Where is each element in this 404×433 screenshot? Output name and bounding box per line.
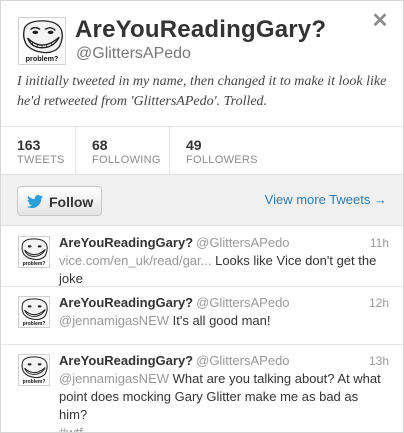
tweet-mention[interactable]: @jennamigasNEW — [59, 371, 169, 386]
stat-following[interactable]: 68 FOLLOWING — [75, 127, 169, 174]
twitter-bird-icon — [27, 195, 43, 208]
action-bar: Follow View more Tweets → — [1, 174, 403, 226]
tweet-hashtag[interactable]: #wtf — [59, 425, 83, 432]
avatar-caption: problem? — [23, 379, 46, 385]
tweet-item[interactable]: problem? AreYouReadingGary? @GlittersAPed… — [1, 227, 403, 287]
tweet-header: AreYouReadingGary? @GlittersAPedo — [59, 235, 290, 250]
stat-tweets-label: TWEETS — [17, 154, 65, 166]
tweet-avatar[interactable]: problem? — [18, 354, 50, 386]
tweet-header: AreYouReadingGary? @GlittersAPedo — [59, 353, 290, 368]
troll-face-icon: problem? — [19, 355, 49, 385]
tweet-header: AreYouReadingGary? @GlittersAPedo — [59, 295, 290, 310]
stat-followers[interactable]: 49 FOLLOWERS — [169, 127, 279, 174]
tweet-author-handle[interactable]: @GlittersAPedo — [196, 295, 289, 310]
tweet-text: @jennamigasNEW It's all good man! — [59, 312, 389, 330]
troll-face-icon: problem? — [19, 237, 49, 267]
stat-tweets[interactable]: 163 TWEETS — [1, 127, 75, 174]
close-icon[interactable]: ✕ — [371, 11, 389, 31]
profile-popup-card: problem? AreYouReadingGary? @GlittersAPe… — [0, 0, 404, 433]
tweet-author-name[interactable]: AreYouReadingGary? — [59, 295, 193, 310]
profile-stats: 163 TWEETS 68 FOLLOWING 49 FOLLOWERS — [1, 126, 403, 174]
follow-button-label: Follow — [49, 194, 94, 210]
tweet-item[interactable]: problem? AreYouReadingGary? @GlittersAPed… — [1, 287, 403, 345]
tweet-author-handle[interactable]: @GlittersAPedo — [196, 353, 289, 368]
tweet-timestamp[interactable]: 13h — [369, 354, 389, 368]
tweet-timestamp[interactable]: 12h — [369, 296, 389, 310]
tweet-mention[interactable]: @jennamigasNEW — [59, 313, 169, 328]
profile-handle: @GlittersAPedo — [76, 45, 191, 62]
avatar-caption: problem? — [23, 321, 46, 327]
tweet-avatar[interactable]: problem? — [18, 236, 50, 268]
tweet-text: @jennamigasNEW What are you talking abou… — [59, 370, 389, 432]
avatar-caption: problem? — [23, 261, 46, 267]
tweet-timestamp[interactable]: 11h — [370, 236, 389, 250]
follow-button[interactable]: Follow — [17, 186, 102, 216]
tweet-author-handle[interactable]: @GlittersAPedo — [196, 235, 289, 250]
stat-followers-label: FOLLOWERS — [186, 154, 258, 166]
tweet-author-name[interactable]: AreYouReadingGary? — [59, 235, 193, 250]
tweet-item[interactable]: problem? AreYouReadingGary? @GlittersAPed… — [1, 345, 403, 432]
stat-following-label: FOLLOWING — [92, 154, 161, 166]
troll-face-icon: problem? — [19, 18, 65, 64]
stat-tweets-count: 163 — [17, 137, 41, 153]
stat-followers-count: 49 — [186, 137, 202, 153]
tweet-avatar[interactable]: problem? — [18, 296, 50, 328]
tweet-text: vice.com/en_uk/read/gar... Looks like Vi… — [59, 252, 389, 288]
profile-avatar[interactable]: problem? — [18, 17, 66, 65]
profile-bio: I initially tweeted in my name, then cha… — [17, 74, 387, 109]
troll-face-icon: problem? — [19, 297, 49, 327]
view-more-tweets-link[interactable]: View more Tweets → — [265, 192, 387, 207]
profile-header: problem? AreYouReadingGary? @GlittersAPe… — [1, 1, 403, 126]
tweet-link[interactable]: vice.com/en_uk/read/gar... — [59, 253, 211, 268]
avatar-caption: problem? — [26, 55, 59, 63]
tweet-author-name[interactable]: AreYouReadingGary? — [59, 353, 193, 368]
profile-name[interactable]: AreYouReadingGary? — [75, 16, 326, 44]
tweet-body: It's all good man! — [169, 313, 271, 328]
stat-following-count: 68 — [92, 137, 108, 153]
